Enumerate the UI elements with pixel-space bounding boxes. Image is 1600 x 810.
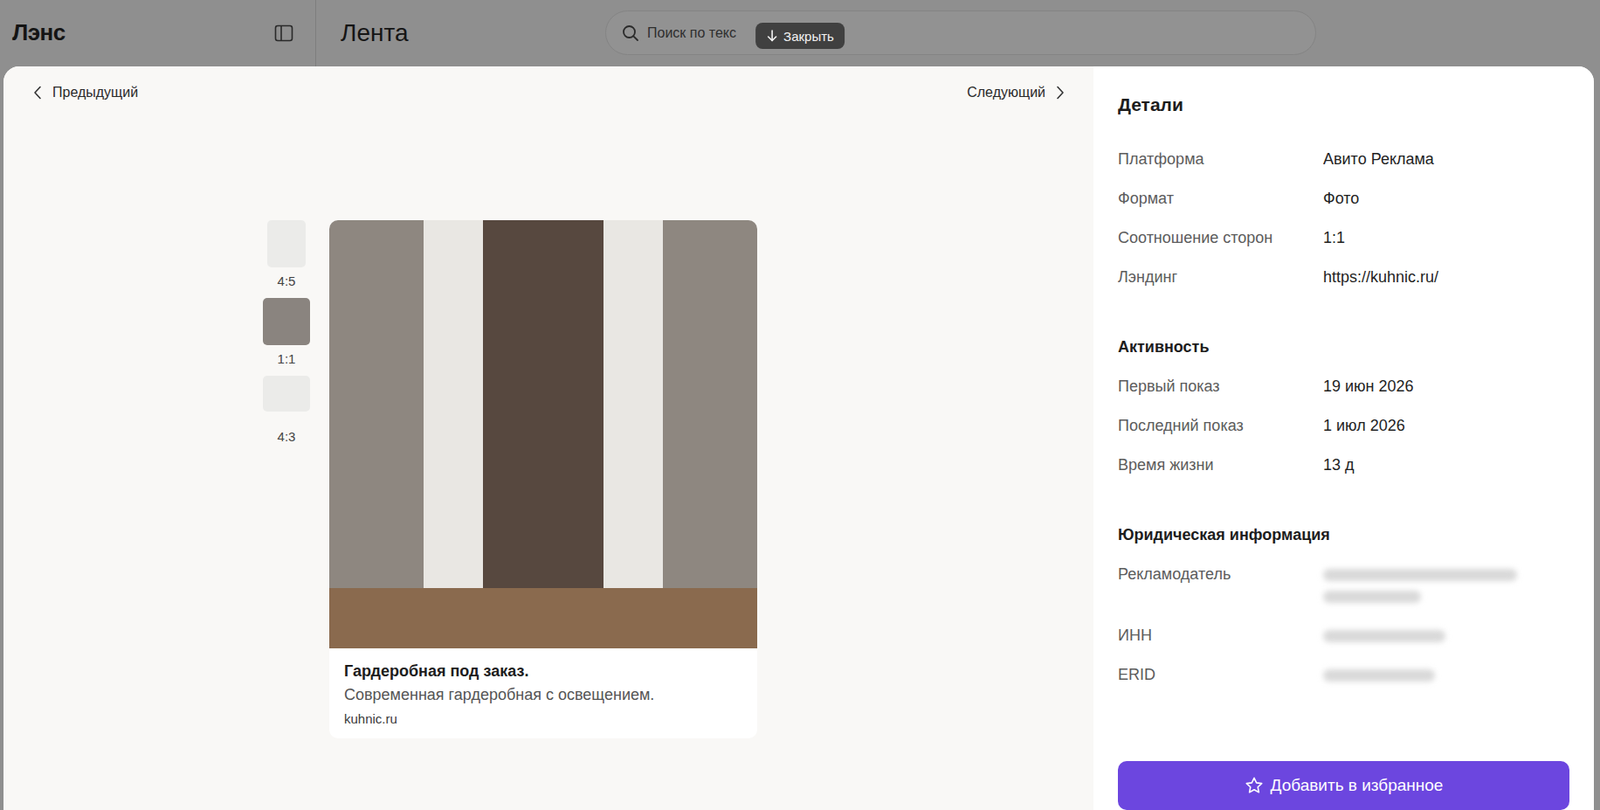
ratio-list: 4:5 1:1 4:3	[262, 220, 311, 445]
detail-row: Формат Фото	[1117, 179, 1570, 219]
search-icon	[621, 24, 640, 42]
ad-card: Гардеробная под заказ. Современная гарде…	[329, 220, 758, 738]
screen: Лэнс Лента Поиск по текс Закрыть Предыду…	[0, 0, 1600, 810]
details-panel: Детали Платформа Авито РекламаФормат Фот…	[1093, 66, 1594, 810]
details-rows: Платформа Авито РекламаФормат ФотоСоотно…	[1117, 139, 1570, 297]
ratio-label: 4:5	[277, 273, 297, 290]
preview-stage: 4:5 1:1 4:3 Гардеробная под заказ. Совре…	[3, 101, 1094, 738]
detail-row: Время жизни 13 д	[1117, 445, 1570, 485]
blurred-value	[1323, 563, 1570, 607]
close-button[interactable]: Закрыть	[755, 22, 845, 49]
ratio-label: 1:1	[277, 351, 297, 367]
blurred-value	[1323, 624, 1570, 647]
arrow-down-icon	[765, 29, 779, 42]
previous-button[interactable]: Предыдущий	[33, 83, 138, 102]
ratio-thumb	[262, 375, 311, 423]
detail-row: Лэндинг https://kuhnic.ru/	[1117, 257, 1570, 297]
favorite-button[interactable]: Добавить в избранное	[1117, 760, 1570, 810]
ad-image	[329, 220, 758, 649]
sidebar-toggle-icon[interactable]	[274, 24, 294, 42]
ratio-option[interactable]: 4:5	[262, 220, 311, 290]
sidebar-header: Лэнс	[0, 0, 317, 67]
details-section: Активность Первый показ 19 июн 2026После…	[1117, 336, 1570, 485]
details-title: Детали	[1117, 93, 1570, 117]
detail-row: Платформа Авито Реклама	[1117, 139, 1570, 180]
ratio-option[interactable]: 4:3	[262, 375, 311, 445]
ratio-label: 4:3	[277, 428, 297, 445]
star-icon	[1244, 775, 1264, 795]
next-button[interactable]: Следующий	[966, 83, 1065, 102]
ratio-thumb	[262, 220, 311, 268]
logo[interactable]: Лэнс	[12, 20, 66, 44]
search-field[interactable]: Поиск по текс	[605, 10, 1317, 56]
ad-title: Гардеробная под заказ.	[344, 662, 743, 681]
search-placeholder: Поиск по текс	[647, 25, 737, 42]
ad-navigation: Предыдущий Следующий	[3, 66, 1094, 102]
detail-row: Соотношение сторон 1:1	[1117, 218, 1570, 258]
ad-modal: Предыдущий Следующий 4:5 1:1 4:3 Гардеро…	[3, 66, 1594, 810]
detail-row: Рекламодатель	[1117, 554, 1570, 616]
section-title: Активность	[1117, 336, 1570, 358]
page-title: Лента	[340, 0, 606, 48]
detail-row: Первый показ 19 июн 2026	[1117, 366, 1570, 407]
details-section: Юридическая информация Рекламодатель ИНН…	[1117, 524, 1570, 695]
section-title: Юридическая информация	[1117, 524, 1570, 545]
detail-row: ИНН	[1117, 615, 1570, 656]
chevron-right-icon	[1055, 85, 1065, 100]
detail-row: ERID	[1117, 655, 1570, 695]
ad-domain: kuhnic.ru	[344, 710, 743, 726]
ad-description: Современная гардеробная с освещением.	[344, 685, 743, 704]
detail-row: Последний показ 1 июл 2026	[1117, 406, 1570, 446]
ratio-option[interactable]: 1:1	[262, 297, 311, 367]
blurred-value	[1323, 663, 1570, 686]
ratio-thumb	[262, 297, 311, 345]
preview-pane: Предыдущий Следующий 4:5 1:1 4:3 Гардеро…	[3, 66, 1094, 810]
chevron-left-icon	[33, 85, 42, 100]
